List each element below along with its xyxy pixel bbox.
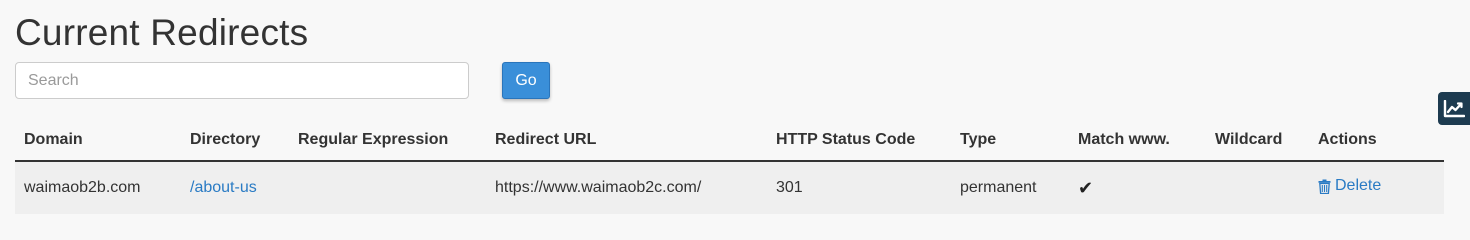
cell-actions: Delete bbox=[1309, 161, 1444, 214]
column-header-directory[interactable]: Directory bbox=[181, 120, 289, 162]
go-button[interactable]: Go bbox=[502, 62, 550, 99]
page-title: Current Redirects bbox=[15, 12, 309, 53]
checkmark-icon: ✔ bbox=[1078, 177, 1094, 198]
redirects-page: Current Redirects Go Domain Directory Re… bbox=[0, 0, 1470, 230]
cell-type: permanent bbox=[951, 161, 1069, 214]
delete-label: Delete bbox=[1335, 177, 1382, 195]
cell-match-www: ✔ bbox=[1069, 161, 1206, 214]
cell-domain: waimaob2b.com bbox=[15, 161, 181, 214]
column-header-actions: Actions bbox=[1309, 120, 1444, 162]
cell-wildcard bbox=[1206, 161, 1309, 214]
chart-line-icon bbox=[1443, 99, 1465, 117]
search-input[interactable] bbox=[15, 62, 469, 99]
trash-icon bbox=[1318, 179, 1331, 194]
cell-directory: /about-us bbox=[181, 161, 289, 214]
column-header-type[interactable]: Type bbox=[951, 120, 1069, 162]
delete-button[interactable]: Delete bbox=[1318, 177, 1381, 195]
column-header-domain[interactable]: Domain bbox=[15, 120, 181, 162]
redirects-table: Domain Directory Regular Expression Redi… bbox=[15, 120, 1444, 214]
cell-regex bbox=[289, 161, 486, 214]
column-header-redirect-url[interactable]: Redirect URL bbox=[486, 120, 767, 162]
column-header-wildcard[interactable]: Wildcard bbox=[1206, 120, 1309, 162]
column-header-regular-expression[interactable]: Regular Expression bbox=[289, 120, 486, 162]
column-header-http-status-code[interactable]: HTTP Status Code bbox=[767, 120, 951, 162]
table-row: waimaob2b.com /about-us https://www.waim… bbox=[15, 161, 1444, 214]
column-header-match-www[interactable]: Match www. bbox=[1069, 120, 1206, 162]
cell-redirect-url: https://www.waimaob2c.com/ bbox=[486, 161, 767, 214]
cell-status-code: 301 bbox=[767, 161, 951, 214]
directory-link[interactable]: /about-us bbox=[190, 179, 257, 196]
table-header-row: Domain Directory Regular Expression Redi… bbox=[15, 120, 1444, 162]
